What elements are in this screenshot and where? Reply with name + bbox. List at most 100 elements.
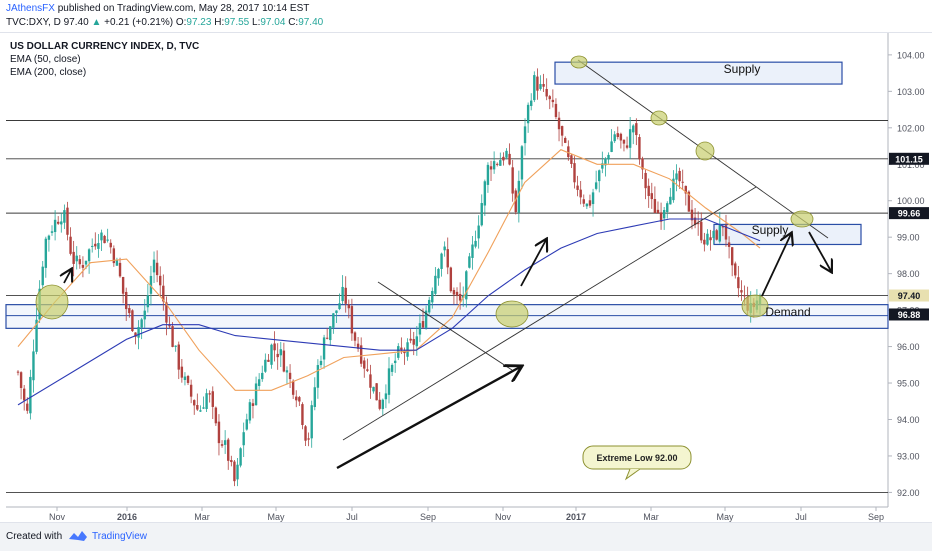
candle-body (106, 239, 109, 241)
candle-body (251, 403, 255, 406)
candle-body (585, 203, 589, 207)
candle-body (319, 360, 323, 366)
candle-body (588, 200, 592, 206)
candle-body (236, 464, 239, 480)
candle-body (363, 360, 366, 369)
highlight-ellipse (650, 110, 668, 126)
candle-body (118, 262, 122, 277)
candle-body (94, 243, 97, 247)
candle-body (715, 230, 718, 240)
time-axis: Nov 2016 Mar May Jul Sep Nov 2017 Mar May Jul Sep (6, 506, 888, 522)
price-tick-label: 96.00 (897, 342, 920, 352)
time-tick-label: Mar (194, 512, 210, 522)
candle-body (208, 393, 211, 395)
candle-body (567, 146, 570, 158)
candle-body (650, 193, 653, 200)
candle-body (505, 150, 508, 158)
tradingview-brand-link[interactable]: TradingView (92, 531, 147, 542)
candle-body (591, 192, 595, 205)
candle-body (594, 182, 598, 189)
candle-body (743, 295, 746, 297)
price-tick-label: 94.00 (897, 415, 920, 425)
candle-body (91, 245, 94, 247)
candle-body (434, 275, 437, 294)
candle-body (384, 393, 388, 400)
candle-body (307, 438, 310, 440)
high-value: 97.55 (224, 17, 250, 28)
candle-body (480, 203, 483, 226)
price-tick-label: 102.00 (897, 123, 925, 133)
highlight-ellipse (35, 284, 69, 320)
candle-body (32, 351, 35, 381)
candle-body (477, 225, 480, 239)
candle-body (638, 137, 641, 160)
candle-body (322, 337, 326, 360)
candle-body (325, 337, 329, 339)
candle-body (613, 134, 616, 142)
candle-body (712, 230, 715, 239)
candle-body (66, 207, 69, 235)
candle-body (418, 323, 422, 335)
candle-body (230, 460, 233, 463)
candle-body (653, 199, 657, 213)
candle-body (245, 419, 248, 430)
candle-body (282, 350, 286, 372)
candle-body (536, 76, 539, 91)
ema50-legend: EMA (50, close) (10, 54, 81, 65)
candle-body (347, 304, 351, 309)
price-tick-label: 93.00 (897, 451, 920, 461)
ohlc-line: TVC:DXY, D 97.40 ▲ +0.21 (+0.21%) O:97.2… (6, 17, 323, 28)
price-tick-label: 100.00 (897, 196, 925, 206)
candle-body (233, 461, 236, 482)
candle-body (174, 345, 177, 347)
candle-body (100, 232, 103, 241)
candle-body (254, 383, 258, 406)
price-label-text: 101.15 (895, 154, 923, 164)
candle-body (199, 410, 202, 412)
open-label: O: (175, 17, 187, 28)
candle-body (242, 432, 245, 446)
candle-body (183, 376, 187, 381)
candle-body (353, 332, 357, 341)
candle-body (449, 267, 453, 292)
candle-body (520, 146, 524, 180)
candle-body (474, 240, 477, 247)
candle-body (530, 100, 533, 106)
price-label-text: 96.88 (898, 310, 921, 320)
candle-body (19, 372, 23, 388)
candle-body (366, 369, 369, 371)
candle-body (734, 263, 737, 276)
candle-body (548, 96, 551, 100)
time-tick-label: Jul (346, 512, 358, 522)
candle-body (669, 196, 672, 205)
candle-body (350, 306, 354, 334)
candle-body (53, 219, 57, 233)
candle-body (248, 402, 252, 421)
price-label-text: 97.40 (898, 291, 921, 301)
footer-bar: Created with TradingView (0, 522, 932, 551)
time-tick-label: May (267, 512, 285, 522)
ema200-legend: EMA (200, close) (10, 67, 87, 78)
candle-body (517, 180, 521, 213)
candle-body (489, 166, 493, 170)
candle-body (140, 319, 143, 328)
candle-body (171, 326, 174, 347)
candle-body (499, 160, 502, 166)
candle-body (310, 405, 313, 439)
highlight-ellipse (741, 294, 769, 318)
candle-body (87, 249, 91, 262)
candle-body (709, 237, 712, 241)
candle-body (338, 303, 341, 310)
zone-box (554, 61, 843, 85)
candle-body (26, 403, 29, 411)
candle-body (406, 342, 409, 357)
author-link[interactable]: JAthensFX (6, 3, 55, 14)
candle-body (616, 133, 619, 137)
candle-body (644, 172, 647, 189)
price-tick-label: 98.00 (897, 269, 920, 279)
candle-body (628, 129, 632, 148)
candle-body (582, 199, 585, 204)
candle-body (508, 153, 511, 165)
candle-body (267, 359, 270, 362)
candle-body (409, 338, 412, 341)
